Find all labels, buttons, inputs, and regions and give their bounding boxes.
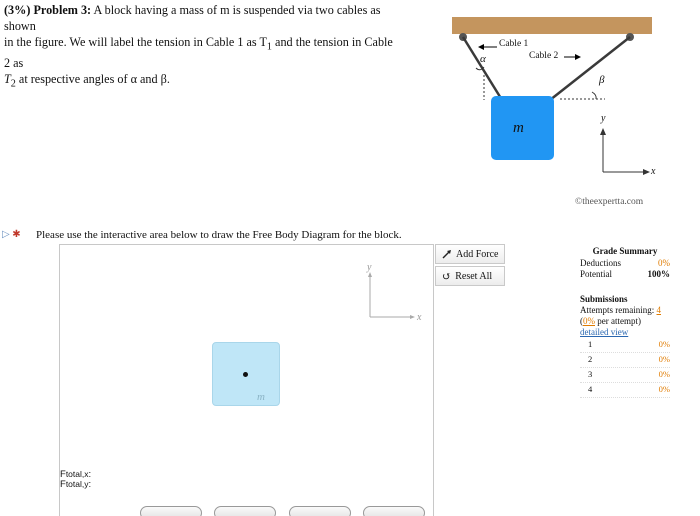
hint-button[interactable]	[214, 506, 276, 516]
submissions-title: Submissions	[580, 294, 628, 304]
arrow-icon	[442, 250, 451, 259]
attempt-score: 0%	[658, 354, 670, 364]
cable2-label: Cable 2	[529, 51, 559, 61]
problem-line2: in the figure. We will label the tension…	[4, 35, 267, 49]
cable-2-line	[549, 36, 631, 101]
per-attempt-text: per attempt)	[595, 316, 641, 326]
attempts-value: 4	[656, 305, 662, 315]
attempt-number: 3	[588, 369, 593, 379]
fbd-x-arrowhead	[410, 315, 415, 319]
per-attempt-pct: 0%	[583, 316, 595, 326]
figure-y-label: y	[601, 113, 606, 124]
deductions-label: Deductions	[580, 258, 621, 268]
grade-summary: Grade Summary Deductions 0% Potential 100%…	[580, 246, 670, 398]
i-give-up-button[interactable]	[363, 506, 425, 516]
grade-summary-title: Grade Summary	[592, 246, 658, 256]
feedback-icon[interactable]: ✱	[12, 229, 20, 240]
ftotal-y: Ftotal,y:	[60, 479, 91, 490]
beta-arc	[591, 91, 597, 100]
cable1-label: Cable 1	[499, 39, 529, 49]
feedback-button[interactable]	[289, 506, 351, 516]
cable2-arrowhead	[575, 54, 581, 60]
hint-icons[interactable]: ▷ ✱	[2, 229, 21, 240]
alpha-label: α	[480, 53, 486, 65]
ftotal-x-label: total,x	[65, 469, 89, 479]
ftotal-y-label: total,y	[65, 479, 89, 489]
attempts-label: Attempts remaining:	[580, 305, 655, 315]
fbd-prompt: Please use the interactive area below to…	[36, 229, 402, 241]
figure-x-arrowhead	[643, 169, 650, 175]
ceiling-beam	[452, 17, 652, 34]
figure-y-arrowhead	[600, 128, 606, 135]
problem-label: Problem 3:	[33, 3, 92, 17]
fbd-x-label: x	[417, 312, 422, 323]
potential-value: 100%	[647, 269, 671, 279]
add-force-label: Add Force	[456, 248, 499, 260]
attempt-score: 0%	[658, 339, 670, 349]
attempt-row: 1 0%	[580, 338, 670, 353]
problem-line3: at respective angles of α and β.	[15, 72, 170, 87]
ftotal-y-colon: :	[88, 479, 92, 490]
potential-label: Potential	[580, 269, 612, 279]
attempt-row: 3 0%	[580, 368, 670, 383]
attempt-score: 0%	[658, 369, 670, 379]
attempt-number: 2	[588, 354, 593, 364]
figure-x-label: x	[651, 166, 656, 177]
attempt-score: 0%	[658, 384, 670, 394]
fbd-block-label: m	[257, 391, 265, 403]
attempt-row: 2 0%	[580, 353, 670, 368]
reset-all-button[interactable]: ↺ Reset All	[435, 266, 505, 286]
copyright-credit: ©theexpertta.com	[575, 197, 644, 207]
problem-statement: (3%) Problem 3: A block having a mass of…	[4, 2, 399, 93]
add-force-button[interactable]: Add Force	[435, 244, 505, 264]
play-icon[interactable]: ▷	[2, 229, 10, 240]
deductions-value: 0%	[658, 258, 670, 268]
cable1-arrowhead	[478, 44, 484, 50]
block-mass-label: m	[513, 120, 524, 136]
submit-button[interactable]	[140, 506, 202, 516]
cable-diagram	[452, 17, 652, 175]
fbd-y-label: y	[367, 262, 372, 273]
problem-figure: Cable 1 Cable 2 α β m y x	[440, 0, 700, 225]
fbd-canvas[interactable]: y x m Ftotal,x: Ftotal,y:	[59, 244, 434, 516]
reset-all-label: Reset All	[455, 270, 493, 282]
detailed-view-link[interactable]: detailed view	[580, 327, 670, 338]
beta-label: β	[599, 74, 605, 86]
fbd-block[interactable]: m	[212, 342, 280, 406]
block-center-dot[interactable]	[243, 372, 248, 377]
fbd-tool-panel: Add Force ↺ Reset All	[435, 244, 505, 288]
t2-symbol: T	[4, 72, 11, 87]
problem-weight: (3%)	[4, 3, 31, 17]
reset-icon: ↺	[442, 270, 452, 283]
attempt-row: 4 0%	[580, 383, 670, 398]
attempt-number: 4	[588, 384, 593, 394]
attempt-number: 1	[588, 339, 593, 349]
